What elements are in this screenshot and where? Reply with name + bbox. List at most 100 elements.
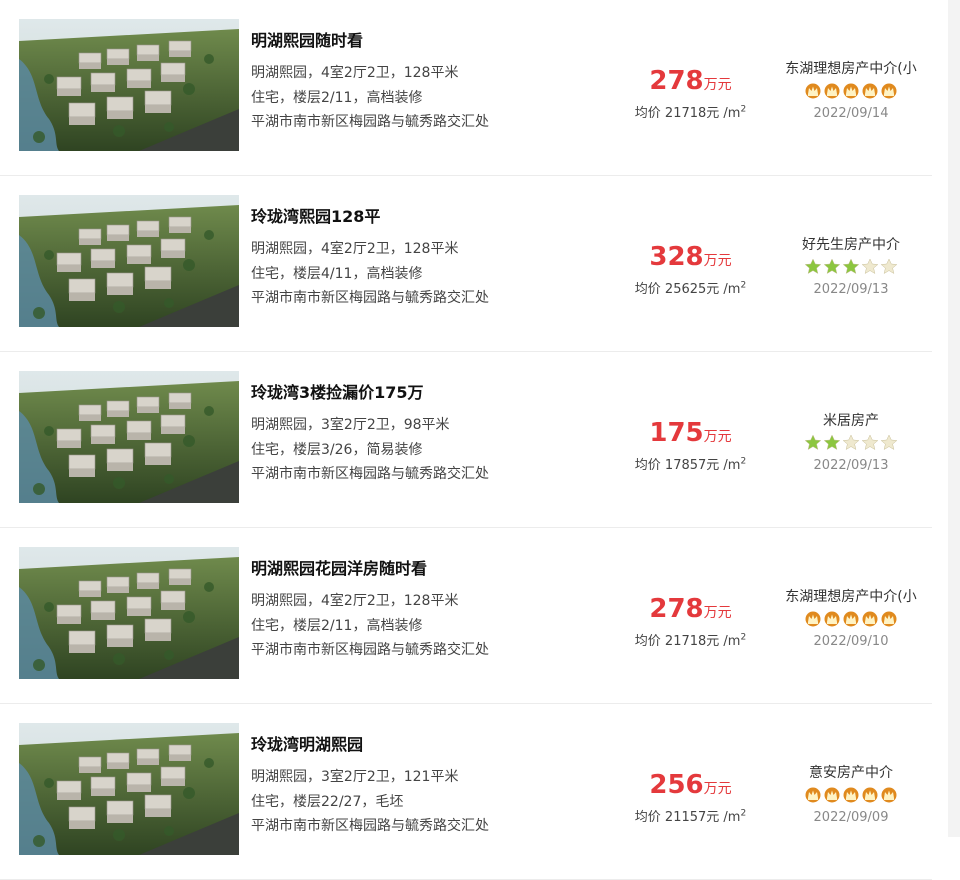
star-icon — [823, 434, 841, 451]
star-icon — [804, 434, 822, 451]
scrollbar-track[interactable] — [948, 0, 960, 837]
crown-icon — [842, 82, 860, 99]
listing-address: 平湖市南市新区梅园路与毓秀路交汇处 — [251, 818, 489, 834]
avg-price-sup: 2 — [740, 280, 747, 291]
listing-details: 住宅，楼层2/11，高档装修 — [251, 90, 423, 106]
avg-price-sup: 2 — [740, 456, 747, 467]
listing-title[interactable]: 玲珑湾3楼捡漏价175万 — [251, 379, 424, 403]
crown-icon — [823, 82, 841, 99]
price-total: 328万元 — [618, 240, 763, 274]
crown-icon — [880, 786, 898, 803]
price-total: 278万元 — [618, 592, 763, 626]
price-unit: 万元 — [703, 429, 732, 445]
listing-item[interactable]: 玲珑湾明湖熙园 明湖熙园，3室2厅2卫，121平米 住宅，楼层22/27，毛坯 … — [0, 704, 932, 880]
price-unit: 万元 — [703, 781, 732, 797]
price-number: 175 — [649, 418, 704, 448]
listing-item[interactable]: 明湖熙园花园洋房随时看 明湖熙园，4室2厅2卫，128平米 住宅，楼层2/11，… — [0, 528, 932, 704]
listing-details: 住宅，楼层22/27，毛坯 — [251, 794, 404, 810]
listing-summary: 明湖熙园，3室2厅2卫，98平米 — [251, 417, 450, 433]
star-icon — [823, 258, 841, 275]
avg-price-text: 均价 17857元 /m — [634, 458, 741, 473]
listing-details: 住宅，楼层2/11，高档装修 — [251, 618, 423, 634]
listing-item[interactable]: 玲珑湾3楼捡漏价175万 明湖熙园，3室2厅2卫，98平米 住宅，楼层3/26，… — [0, 352, 932, 528]
listing-summary: 明湖熙园，3室2厅2卫，121平米 — [251, 769, 459, 785]
agency-name[interactable]: 意安房产中介 — [772, 762, 930, 782]
listing-summary: 明湖熙园，4室2厅2卫，128平米 — [251, 241, 459, 257]
star-icon — [804, 258, 822, 275]
agency-rating — [772, 434, 930, 452]
star-icon — [861, 258, 879, 275]
crown-icon — [880, 82, 898, 99]
listing-title[interactable]: 玲珑湾熙园128平 — [251, 203, 380, 227]
listing-item[interactable]: 明湖熙园随时看 明湖熙园，4室2厅2卫，128平米 住宅，楼层2/11，高档装修… — [0, 0, 932, 176]
crown-icon — [842, 786, 860, 803]
price-per-sqm: 均价 21157元 /m2 — [618, 806, 763, 825]
star-icon — [842, 258, 860, 275]
avg-price-sup: 2 — [740, 104, 747, 115]
listing-photo[interactable] — [19, 19, 239, 151]
listing-address: 平湖市南市新区梅园路与毓秀路交汇处 — [251, 642, 489, 658]
star-icon — [880, 434, 898, 451]
listing-list: 明湖熙园随时看 明湖熙园，4室2厅2卫，128平米 住宅，楼层2/11，高档装修… — [0, 0, 945, 880]
avg-price-text: 均价 25625元 /m — [634, 282, 741, 297]
listing-title[interactable]: 玲珑湾明湖熙园 — [251, 731, 363, 755]
listing-item[interactable]: 玲珑湾熙园128平 明湖熙园，4室2厅2卫，128平米 住宅，楼层4/11，高档… — [0, 176, 932, 352]
price-number: 256 — [649, 770, 704, 800]
listing-details: 住宅，楼层4/11，高档装修 — [251, 266, 423, 282]
price-per-sqm: 均价 25625元 /m2 — [618, 278, 763, 297]
listing-summary: 明湖熙园，4室2厅2卫，128平米 — [251, 65, 459, 81]
building-render-photo — [19, 19, 239, 151]
avg-price-sup: 2 — [740, 808, 747, 819]
price-per-sqm: 均价 21718元 /m2 — [618, 102, 763, 121]
building-render-photo — [19, 371, 239, 503]
price-unit: 万元 — [703, 253, 732, 269]
listing-date: 2022/09/10 — [813, 634, 889, 649]
price-unit: 万元 — [703, 605, 732, 621]
listing-photo[interactable] — [19, 371, 239, 503]
listing-address: 平湖市南市新区梅园路与毓秀路交汇处 — [251, 114, 489, 130]
listing-title[interactable]: 明湖熙园随时看 — [251, 27, 363, 51]
listing-address: 平湖市南市新区梅园路与毓秀路交汇处 — [251, 466, 489, 482]
listing-photo[interactable] — [19, 723, 239, 855]
price-number: 278 — [649, 66, 704, 96]
avg-price-text: 均价 21718元 /m — [634, 106, 741, 121]
star-icon — [861, 434, 879, 451]
building-render-photo — [19, 195, 239, 327]
price-total: 278万元 — [618, 64, 763, 98]
listing-date: 2022/09/13 — [813, 282, 889, 297]
avg-price-text: 均价 21718元 /m — [634, 634, 741, 649]
agency-name[interactable]: 东湖理想房产中介(小 — [772, 586, 930, 606]
agency-name[interactable]: 好先生房产中介 — [772, 234, 930, 254]
price-per-sqm: 均价 21718元 /m2 — [618, 630, 763, 649]
agency-rating — [772, 258, 930, 276]
listing-photo[interactable] — [19, 195, 239, 327]
listing-title[interactable]: 明湖熙园花园洋房随时看 — [251, 555, 427, 579]
agency-name[interactable]: 米居房产 — [772, 410, 930, 430]
listing-date: 2022/09/13 — [813, 458, 889, 473]
listing-photo[interactable] — [19, 547, 239, 679]
price-unit: 万元 — [703, 77, 732, 93]
agency-rating — [772, 82, 930, 100]
agency-rating — [772, 786, 930, 804]
building-render-photo — [19, 723, 239, 855]
listing-date: 2022/09/09 — [813, 810, 889, 825]
agency-name[interactable]: 东湖理想房产中介(小 — [772, 58, 930, 78]
avg-price-sup: 2 — [740, 632, 747, 643]
listing-address: 平湖市南市新区梅园路与毓秀路交汇处 — [251, 290, 489, 306]
crown-icon — [880, 610, 898, 627]
listing-details: 住宅，楼层3/26，简易装修 — [251, 442, 423, 458]
star-icon — [880, 258, 898, 275]
crown-icon — [861, 82, 879, 99]
crown-icon — [804, 610, 822, 627]
agency-rating — [772, 610, 930, 628]
crown-icon — [823, 786, 841, 803]
price-per-sqm: 均价 17857元 /m2 — [618, 454, 763, 473]
crown-icon — [842, 610, 860, 627]
building-render-photo — [19, 547, 239, 679]
price-total: 256万元 — [618, 768, 763, 802]
crown-icon — [823, 610, 841, 627]
price-number: 328 — [649, 242, 704, 272]
crown-icon — [804, 786, 822, 803]
listing-summary: 明湖熙园，4室2厅2卫，128平米 — [251, 593, 459, 609]
crown-icon — [804, 82, 822, 99]
